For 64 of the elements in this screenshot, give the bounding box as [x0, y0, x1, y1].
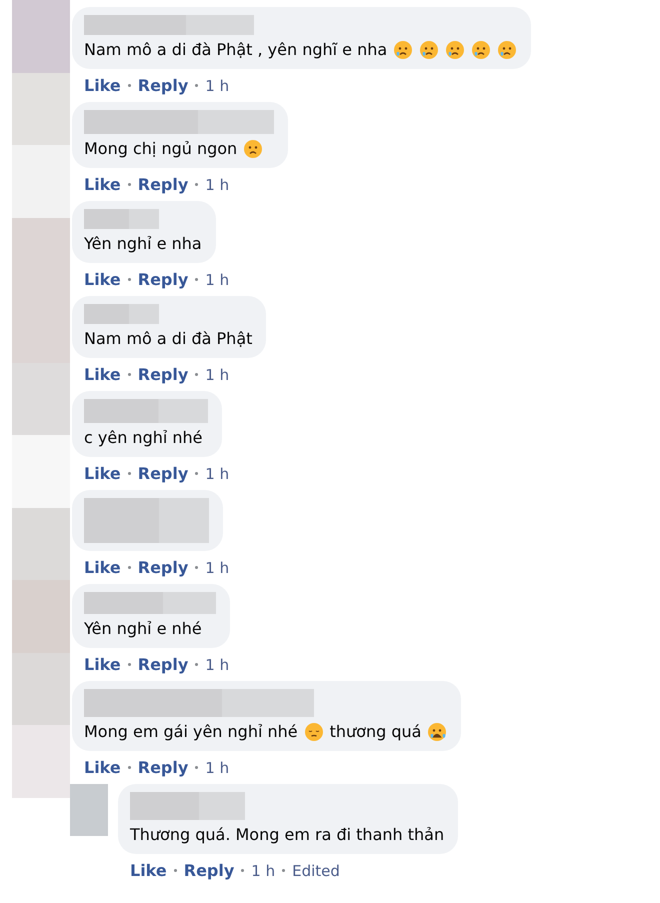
comment-text: Nam mô a di đà Phật , yên nghĩ e nha	[84, 39, 388, 61]
like-link[interactable]: Like	[84, 655, 121, 674]
timestamp[interactable]: 1 h	[205, 656, 230, 674]
like-link[interactable]: Like	[84, 464, 121, 483]
separator-dot	[128, 766, 131, 769]
separator-dot	[174, 869, 177, 872]
comment-text: Mong em gái yên nghỉ nhé	[84, 721, 298, 743]
reply-link[interactable]: Reply	[138, 175, 188, 194]
sad-face-icon	[393, 40, 414, 60]
reply-link[interactable]: Reply	[138, 558, 188, 577]
comment-text: Yên nghỉ e nhé	[84, 618, 202, 640]
reply-link[interactable]: Reply	[138, 270, 188, 289]
sad-face-icon	[471, 40, 492, 60]
timestamp[interactable]: 1 h	[205, 176, 230, 194]
separator-dot	[128, 278, 131, 281]
separator-dot	[128, 183, 131, 186]
sad-face-icon	[243, 139, 264, 159]
separator-dot	[195, 278, 198, 281]
comment-text: Yên nghỉ e nha	[84, 233, 202, 255]
like-link[interactable]: Like	[84, 76, 121, 95]
reply-link[interactable]: Reply	[138, 655, 188, 674]
separator-dot	[195, 566, 198, 569]
reply-link[interactable]: Reply	[138, 76, 188, 95]
reply-link[interactable]: Reply	[138, 464, 188, 483]
timestamp[interactable]: 1 h	[205, 366, 230, 384]
like-link[interactable]: Like	[84, 758, 121, 777]
timestamp[interactable]: 1 h	[205, 464, 230, 482]
like-link[interactable]: Like	[84, 175, 121, 194]
comment-text: Nam mô a di đà Phật	[84, 328, 252, 350]
timestamp[interactable]: 1 h	[205, 558, 230, 576]
reply-link[interactable]: Reply	[138, 365, 188, 384]
sad-face-icon	[419, 40, 440, 60]
separator-dot	[195, 663, 198, 666]
timestamp[interactable]: 1 h	[205, 270, 230, 288]
separator-dot	[195, 84, 198, 87]
like-link[interactable]: Like	[84, 558, 121, 577]
sad-face-icon	[427, 722, 448, 742]
reply-link[interactable]: Reply	[184, 861, 234, 880]
comment-text: thương quá	[330, 721, 422, 743]
separator-dot	[128, 663, 131, 666]
comment-text: Thương quá. Mong em ra đi thanh thản	[130, 824, 444, 846]
separator-dot	[195, 472, 198, 475]
sad-face-icon	[497, 40, 518, 60]
separator-dot	[282, 869, 286, 872]
timestamp[interactable]: 1 h	[205, 76, 230, 94]
sad-face-icon	[304, 722, 324, 742]
comment-text: c yên nghỉ nhé	[84, 427, 203, 449]
edited-label[interactable]: Edited	[292, 862, 340, 880]
separator-dot	[195, 183, 198, 186]
like-link[interactable]: Like	[84, 365, 121, 384]
separator-dot	[128, 472, 131, 475]
separator-dot	[128, 84, 131, 87]
timestamp[interactable]: 1 h	[205, 758, 230, 776]
separator-dot	[128, 373, 131, 376]
timestamp[interactable]: 1 h	[251, 862, 276, 880]
reply-link[interactable]: Reply	[138, 758, 188, 777]
separator-dot	[128, 566, 131, 569]
separator-dot	[241, 869, 244, 872]
comment-text: Mong chị ngủ ngon	[84, 138, 238, 160]
sad-face-icon	[445, 40, 466, 60]
like-link[interactable]: Like	[130, 861, 167, 880]
separator-dot	[195, 766, 198, 769]
separator-dot	[195, 373, 198, 376]
like-link[interactable]: Like	[84, 270, 121, 289]
